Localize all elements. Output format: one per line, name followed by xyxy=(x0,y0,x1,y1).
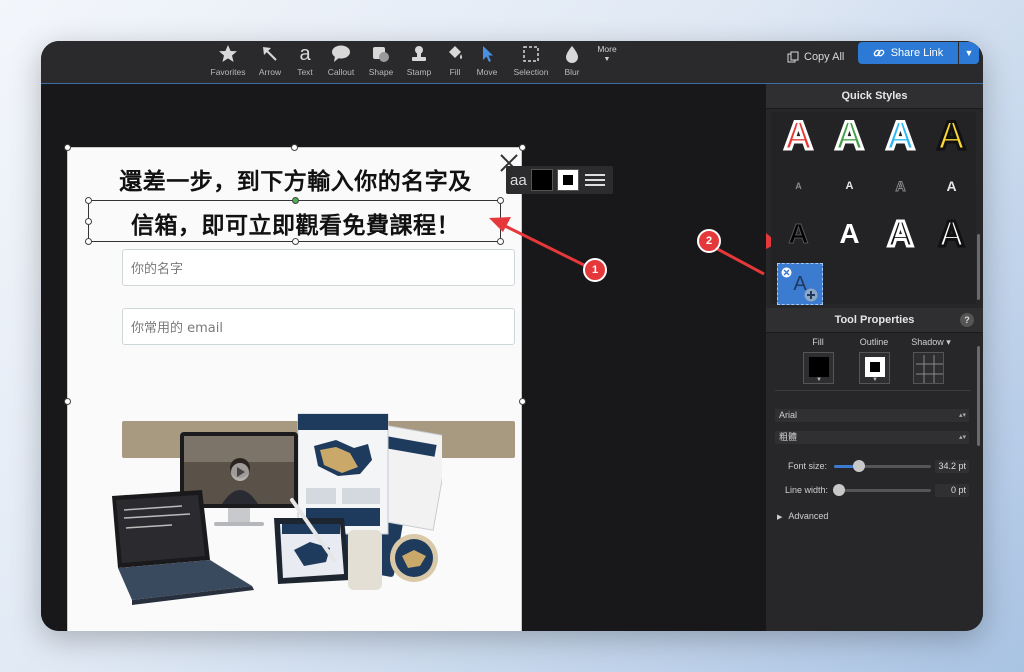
quick-style-white-outline[interactable]: A xyxy=(926,212,977,256)
quick-styles-scrollbar[interactable] xyxy=(977,234,980,300)
divider xyxy=(775,390,971,391)
outline-label: Outline xyxy=(859,337,889,347)
share-link-label: Share Link xyxy=(890,47,944,59)
copy-icon xyxy=(787,51,799,63)
quick-style-small-white[interactable]: A xyxy=(824,164,875,208)
line-width-slider[interactable] xyxy=(834,489,931,492)
chevron-down-icon: ▼ xyxy=(964,48,974,58)
quick-style-red[interactable]: A xyxy=(773,112,824,159)
font-size-value[interactable]: 34.2 pt xyxy=(935,460,969,473)
quick-style-black-outline[interactable]: A xyxy=(875,212,926,256)
tool-label: Blur xyxy=(564,67,580,77)
outline-swatch[interactable]: ▼ xyxy=(859,352,890,384)
editor-canvas[interactable]: 還差一步，到下方輸入你的名字及 信箱，即可立即觀看免費課程！ 你的名字 你常用的… xyxy=(41,84,766,631)
line-width-slider-knob[interactable] xyxy=(833,484,845,496)
fill-color xyxy=(809,357,829,377)
app-window: Favorites Arrow a Text Callout Shape Sta… xyxy=(41,41,983,631)
annotation-badge-2: 2 xyxy=(697,229,721,253)
delete-style-icon[interactable] xyxy=(781,267,792,278)
tool-properties-title: Tool Properties xyxy=(834,314,915,326)
font-family-select[interactable]: Arial ▴▾ xyxy=(775,409,969,422)
stepper-icon: ▴▾ xyxy=(958,434,966,441)
triangle-right-icon: ▶ xyxy=(777,514,783,521)
quick-style-medium-white[interactable]: A xyxy=(926,164,977,208)
style-panel: Quick Styles A A A A A A A A A A A A A T… xyxy=(766,84,983,631)
line-width-value[interactable]: 0 pt xyxy=(935,484,969,497)
line-width-label: Line width: xyxy=(785,485,829,495)
quick-style-custom-selected[interactable]: A xyxy=(777,263,823,305)
advanced-label: Advanced xyxy=(788,511,829,521)
annotation-arrow-1 xyxy=(489,217,765,276)
quick-styles-grid: A A A A A A A A A A A A A xyxy=(771,112,977,305)
share-dropdown-button[interactable]: ▼ xyxy=(959,42,979,64)
copy-all-label: Copy All xyxy=(804,51,845,63)
help-button[interactable]: ? xyxy=(960,313,974,327)
fill-label: Fill xyxy=(812,337,824,347)
chevron-down-icon: ▼ xyxy=(603,56,611,63)
link-icon xyxy=(873,49,885,57)
quick-styles-header: Quick Styles xyxy=(766,84,983,109)
move-icon xyxy=(462,43,512,65)
tool-label: Move xyxy=(476,67,498,77)
chevron-down-icon: ▼ xyxy=(816,377,822,383)
font-family-value: Arial xyxy=(779,410,798,420)
font-size-label: Font size: xyxy=(788,461,828,471)
shadow-dropdown[interactable]: Shadow ▾ xyxy=(906,337,956,348)
quick-style-green[interactable]: A xyxy=(824,112,875,159)
fill-swatch[interactable]: ▼ xyxy=(803,352,834,384)
quick-style-black[interactable]: A xyxy=(773,212,824,256)
copy-all-button[interactable]: Copy All xyxy=(787,47,844,67)
main-toolbar: Favorites Arrow a Text Callout Shape Sta… xyxy=(41,41,983,84)
properties-scrollbar[interactable] xyxy=(977,346,980,446)
quick-style-small-black[interactable]: A xyxy=(875,164,926,208)
stepper-icon: ▴▾ xyxy=(958,412,966,419)
font-weight-value: 粗體 xyxy=(779,432,798,442)
quick-style-white[interactable]: A xyxy=(824,212,875,256)
shadow-swatch[interactable] xyxy=(913,352,944,384)
quick-style-yellow[interactable]: A xyxy=(926,112,977,159)
more-button[interactable]: More ▼ xyxy=(589,44,625,63)
chevron-down-icon: ▼ xyxy=(872,377,878,383)
more-label: More xyxy=(597,44,617,54)
quick-style-small-gray[interactable]: A xyxy=(773,164,824,208)
tool-properties-header: Tool Properties ? xyxy=(766,308,983,333)
quick-styles-title: Quick Styles xyxy=(841,90,908,102)
font-weight-select[interactable]: 粗體 ▴▾ xyxy=(775,431,969,444)
font-size-slider-knob[interactable] xyxy=(853,460,865,472)
outline-inner xyxy=(870,362,880,372)
add-style-icon[interactable] xyxy=(804,288,818,302)
share-link-button[interactable]: Share Link xyxy=(858,42,958,64)
tool-move[interactable]: Move xyxy=(462,43,512,77)
annotation-badge-1: 1 xyxy=(583,258,607,282)
advanced-disclosure[interactable]: ▶ Advanced xyxy=(777,511,828,521)
quick-style-blue[interactable]: A xyxy=(875,112,926,159)
shadow-grid-icon xyxy=(916,355,943,383)
